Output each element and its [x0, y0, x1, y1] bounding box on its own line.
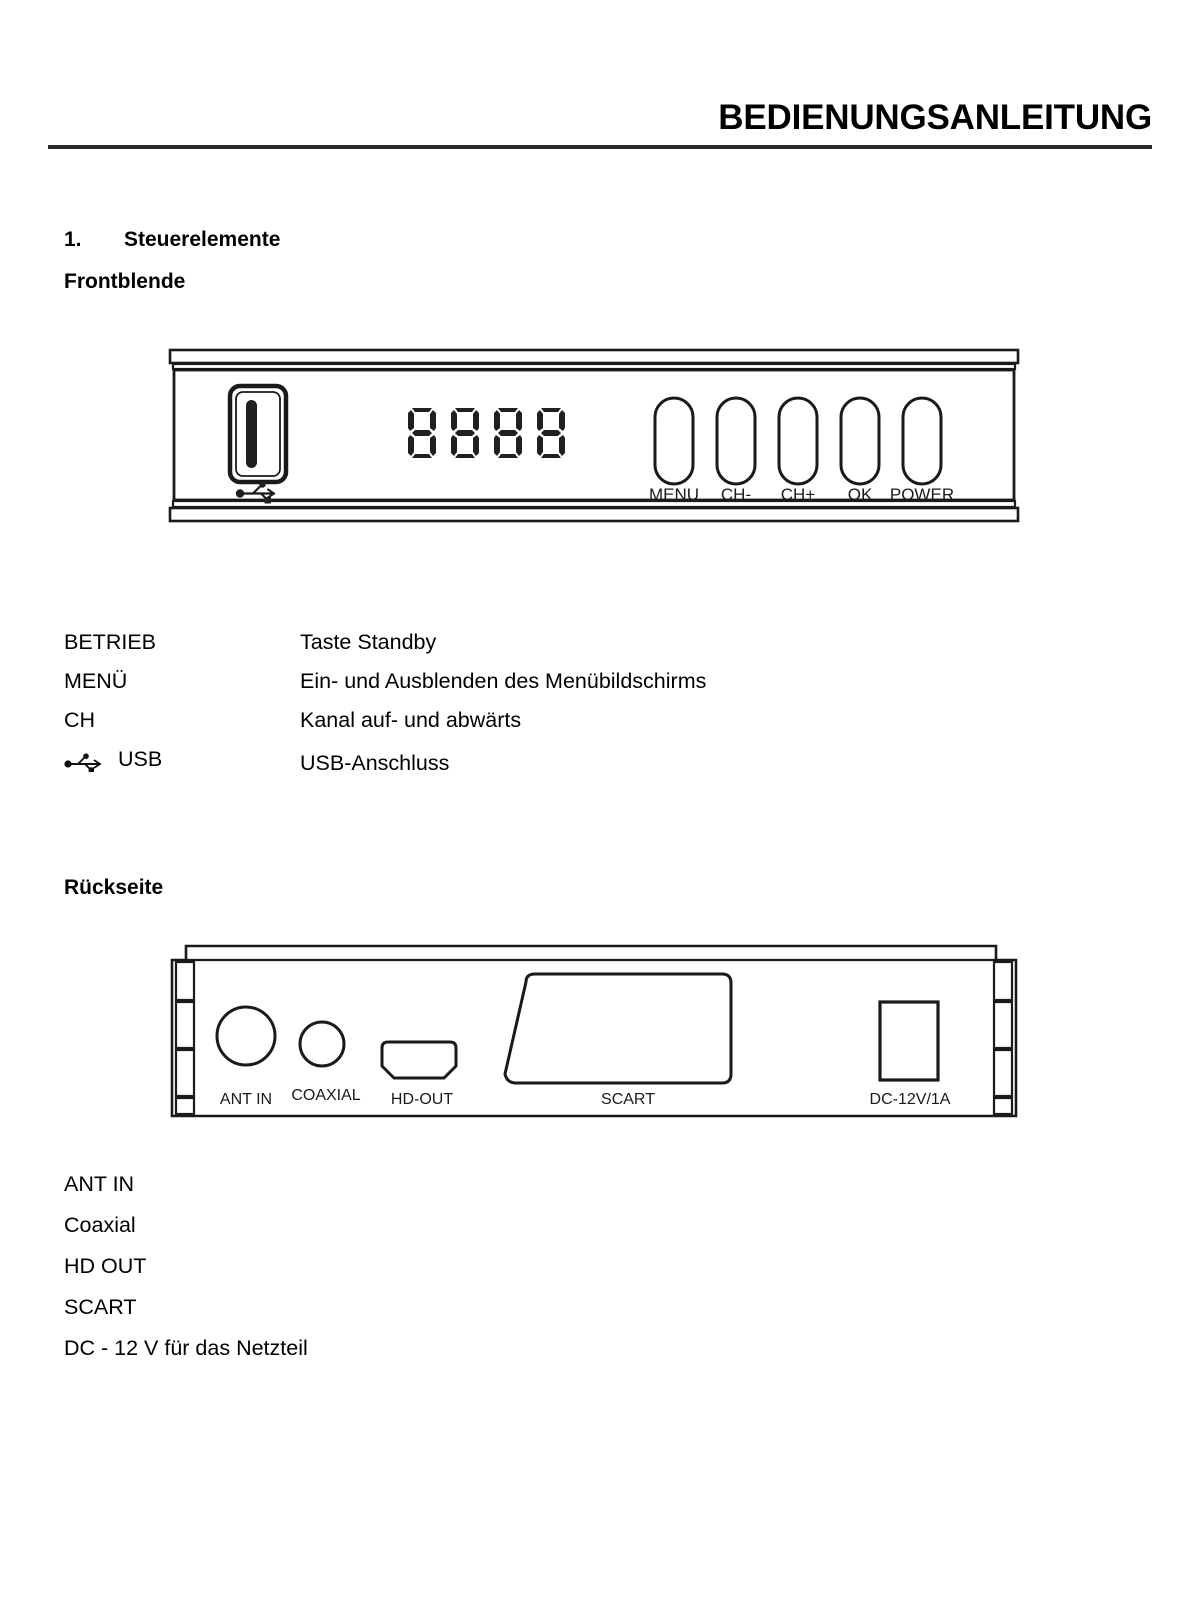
- connector-label-coaxial: COAXIAL: [291, 1087, 360, 1104]
- button-label-power: POWER: [890, 485, 954, 504]
- description-definition: Kanal auf- und abwärts: [300, 708, 522, 732]
- button-label-ok: OK: [848, 485, 873, 504]
- button-ch-minus: [715, 396, 757, 486]
- usb-port: [227, 383, 289, 485]
- connector-label-scart: SCART: [601, 1091, 655, 1108]
- connector-hd-out: [380, 1040, 458, 1080]
- front-panel-buttons: [653, 396, 943, 486]
- connector-coaxial: [298, 1020, 346, 1068]
- description-row: BETRIEB Taste Standby: [64, 630, 706, 669]
- rear-description-list: ANT IN Coaxial HD OUT SCART DC - 12 V fü…: [64, 1172, 308, 1377]
- button-label-ch-minus: CH-: [721, 485, 751, 504]
- header-divider: [48, 145, 1152, 149]
- button-label-menu: MENU: [649, 485, 699, 504]
- description-row: CH Kanal auf- und abwärts: [64, 708, 706, 747]
- description-term-label: USB: [118, 747, 163, 771]
- front-panel-diagram: MENU CH- CH+ OK POWER: [168, 348, 1020, 530]
- connector-label-ant-in: ANT IN: [220, 1091, 272, 1108]
- description-definition: Ein- und Ausblenden des Menübildschirms: [300, 669, 707, 693]
- button-label-ch-plus: CH+: [781, 485, 816, 504]
- description-definition: Taste Standby: [300, 630, 437, 654]
- rear-panel-diagram: ANT IN COAXIAL HD-OUT SCART DC-12V/1A: [170, 944, 1018, 1118]
- description-term: MENÜ: [64, 669, 128, 693]
- description-row: MENÜ Ein- und Ausblenden des Menübildsch…: [64, 669, 706, 708]
- front-panel-bottom-trim: [168, 499, 1020, 523]
- connector-dc-power: [878, 1000, 940, 1082]
- description-term-usb: USB: [64, 747, 300, 772]
- connector-scart: [503, 972, 733, 1085]
- description-definition: USB-Anschluss: [300, 750, 450, 775]
- section-title: Steuerelemente: [124, 228, 281, 251]
- list-item: HD OUT: [64, 1254, 147, 1278]
- usb-icon: [64, 752, 110, 772]
- description-term: BETRIEB: [64, 630, 156, 654]
- front-panel-body: [172, 368, 1016, 502]
- list-item: DC - 12 V für das Netzteil: [64, 1336, 308, 1360]
- connector-ant-in: [215, 1005, 277, 1067]
- button-power: [901, 396, 943, 486]
- list-item: ANT IN: [64, 1172, 135, 1196]
- section-number: 1.: [64, 228, 82, 251]
- front-panel-heading: Frontblende: [64, 270, 186, 293]
- connector-label-hd-out: HD-OUT: [391, 1091, 453, 1108]
- seven-segment-display: [408, 408, 565, 458]
- list-item: Coaxial: [64, 1213, 136, 1237]
- document-page: BEDIENUNGSANLEITUNG 1. Steuerelemente Fr…: [0, 0, 1200, 1601]
- button-ok: [839, 396, 881, 486]
- rear-panel-left-vents: [174, 960, 196, 1116]
- list-item: SCART: [64, 1295, 137, 1319]
- description-row: USB USB-Anschluss: [64, 747, 706, 786]
- front-description-list: BETRIEB Taste Standby MENÜ Ein- und Ausb…: [64, 630, 706, 786]
- rear-panel-right-vents: [992, 960, 1014, 1116]
- connector-label-dc: DC-12V/1A: [870, 1091, 951, 1108]
- front-panel-top-trim: [168, 348, 1020, 371]
- page-title: BEDIENUNGSANLEITUNG: [718, 98, 1152, 137]
- button-menu: [653, 396, 695, 486]
- description-term: CH: [64, 708, 96, 732]
- button-ch-plus: [777, 396, 819, 486]
- rear-panel-heading: Rückseite: [64, 876, 164, 899]
